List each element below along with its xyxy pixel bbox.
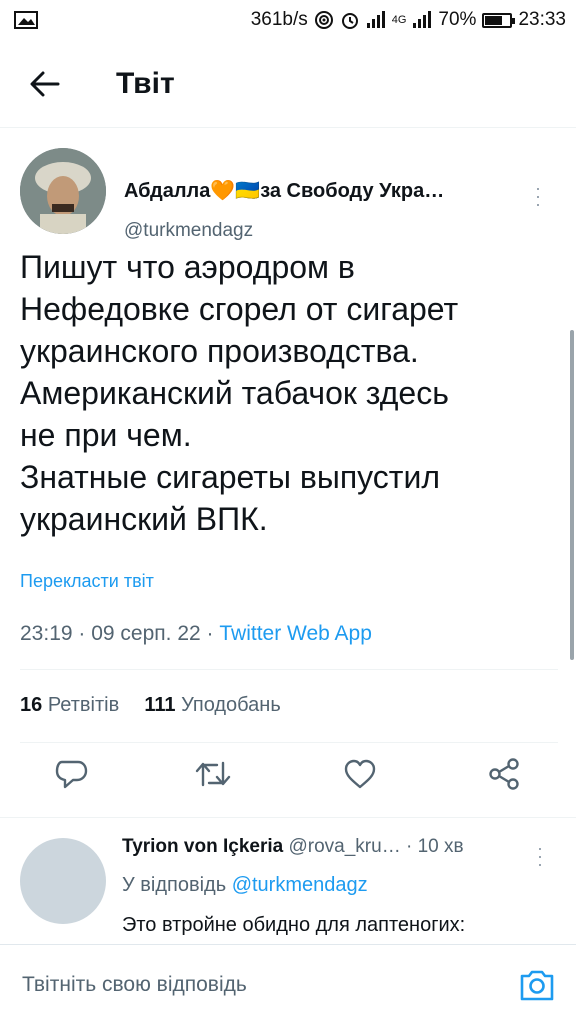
retweets-count: 16 (20, 694, 43, 716)
like-button[interactable] (340, 754, 380, 794)
reply-item[interactable]: Tyrion von Içkeria @rova_kru… · 10 хв · ·… (0, 818, 576, 944)
retweet-icon (195, 761, 231, 787)
avatar-image (20, 148, 106, 234)
camera-icon (520, 970, 554, 1001)
scrollbar[interactable] (570, 330, 574, 660)
share-button[interactable] (484, 754, 524, 794)
battery-percent: 70% (438, 9, 477, 30)
like-icon (344, 759, 376, 789)
network-type: 4G (391, 14, 407, 26)
replying-prefix: У відповідь (122, 874, 227, 896)
translate-link[interactable]: Перекласти твіт (20, 571, 154, 592)
reply-text: Это втройне обидно для лаптеногих: (122, 914, 466, 936)
tweet-actions (0, 754, 576, 812)
replying-mention[interactable]: @turkmendagz (232, 874, 368, 896)
divider (20, 742, 558, 743)
more-options-icon[interactable]: · · · (537, 839, 543, 873)
retweets-stat[interactable]: 16 Ретвітів (20, 694, 119, 716)
likes-stat[interactable]: 111 Уподобань (144, 694, 280, 716)
avatar[interactable] (20, 148, 106, 234)
tweet-source[interactable]: Twitter Web App (219, 622, 372, 645)
clock: 23:33 (518, 9, 566, 30)
meta-separator: · (206, 622, 220, 645)
back-button[interactable] (0, 40, 90, 128)
page-title: Твіт (116, 66, 175, 100)
gallery-notification-icon (14, 11, 38, 29)
reply-button[interactable] (51, 754, 91, 794)
retweets-label: Ретвітів (47, 694, 120, 716)
network-speed: 361b/s (250, 9, 308, 30)
signal-icon-2 (413, 11, 432, 28)
likes-count: 111 (144, 694, 176, 716)
reply-input[interactable] (22, 973, 482, 997)
hotspot-icon (314, 11, 333, 29)
replying-to: У відповідь @turkmendagz (122, 874, 368, 897)
avatar[interactable] (20, 838, 106, 924)
signal-icon (366, 11, 385, 28)
likes-label: Уподобань (181, 694, 281, 716)
tweet-text: Пишут что аэродром в Нефедовке сгорел от… (20, 249, 459, 537)
status-bar: 361b/s 4G 70% 23:33 (0, 0, 576, 40)
tweet-meta: 23:19 · 09 серп. 22 · Twitter Web App (20, 622, 372, 646)
tweet-date: 09 серп. 22 (91, 622, 201, 645)
arrow-left-icon (30, 71, 60, 96)
more-options-icon[interactable]: · · · (535, 179, 541, 213)
reply-author-name[interactable]: Tyrion von Içkeria (122, 836, 283, 857)
tweet-author[interactable]: Абдалла🧡🇺🇦за Свободу Укра… @turkmendagz … (20, 148, 560, 241)
divider (20, 669, 558, 670)
camera-button[interactable] (519, 967, 555, 1003)
meta-separator: · (78, 622, 92, 645)
tweet-time: 23:19 (20, 622, 73, 645)
reply-icon (55, 760, 88, 789)
tweet-stats: 16 Ретвітів 111 Уподобань (20, 694, 281, 717)
battery-icon (482, 12, 516, 28)
retweet-button[interactable] (193, 754, 233, 794)
compose-bar (0, 944, 576, 1024)
top-bar: Твіт (0, 40, 576, 128)
reply-time: · 10 хв (405, 836, 464, 857)
reply-header: Tyrion von Içkeria @rova_kru… · 10 хв (122, 836, 464, 858)
author-handle[interactable]: @turkmendagz (124, 220, 253, 242)
share-icon (489, 758, 519, 790)
alarm-icon (341, 13, 358, 29)
reply-author-handle[interactable]: @rova_kru… (288, 836, 400, 857)
author-name[interactable]: Абдалла🧡🇺🇦за Свободу Укра… (124, 178, 444, 203)
